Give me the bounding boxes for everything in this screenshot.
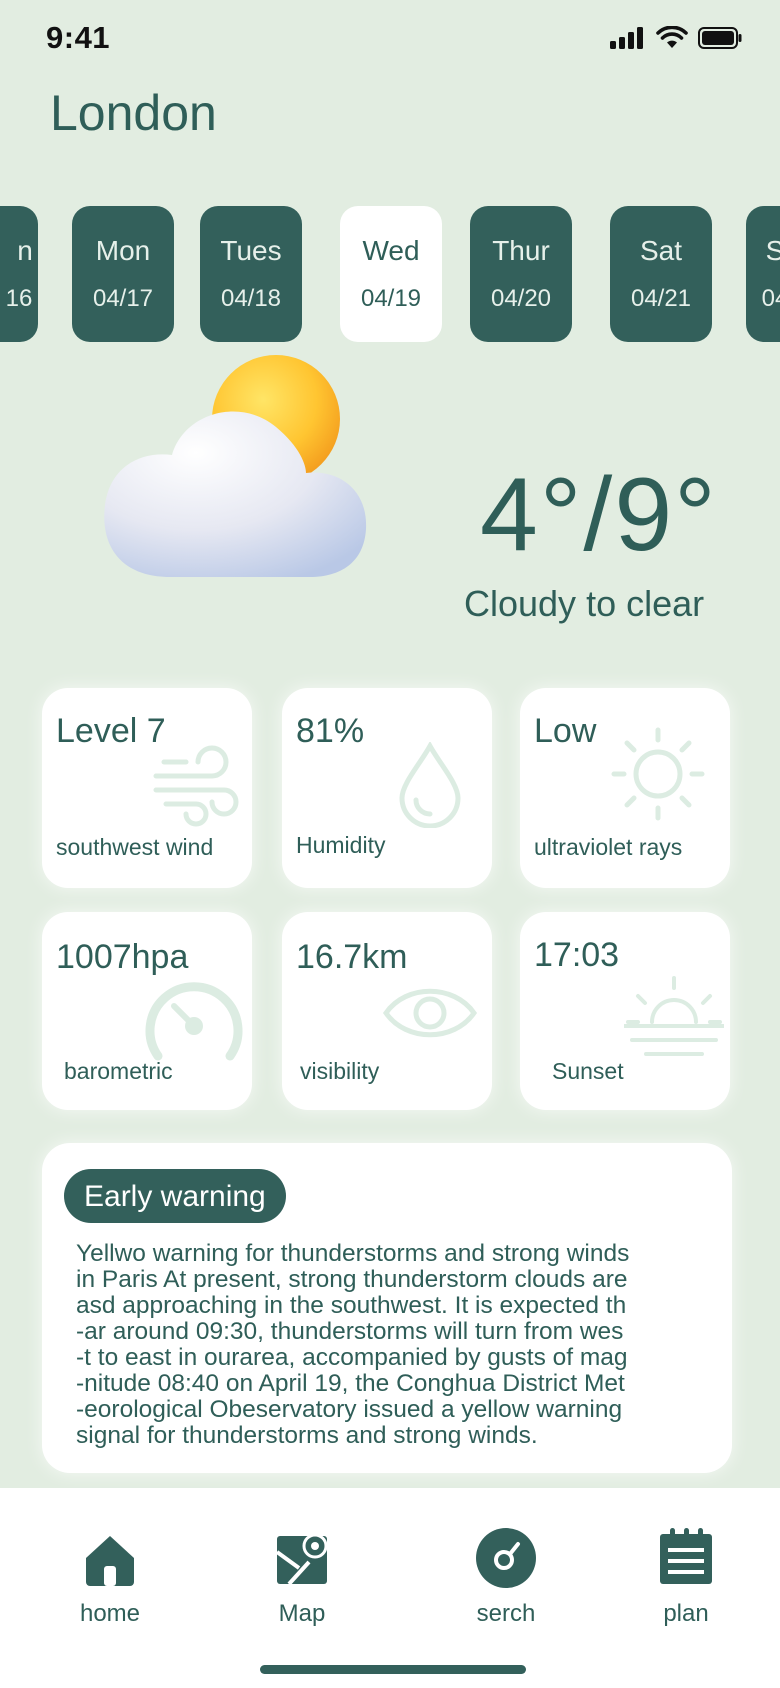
day-name: Thur: [492, 235, 550, 266]
visibility-card: 16.7km visibility: [282, 912, 492, 1110]
day-tab[interactable]: Mon 04/17: [72, 206, 174, 342]
wind-value: Level 7: [56, 712, 166, 750]
day-name: Tues: [220, 235, 282, 266]
cellular-signal-icon: [610, 26, 643, 49]
eye-icon: [382, 988, 478, 1038]
day-selector: n 16 Mon 04/17 Tues 04/18 Wed 04/19 Thur…: [0, 206, 780, 342]
tab-label: plan: [663, 1600, 709, 1627]
day-date: 04/20: [490, 285, 552, 312]
visibility-label: visibility: [300, 1058, 380, 1084]
visibility-value: 16.7km: [296, 938, 408, 976]
weather-description: Cloudy to clear: [464, 583, 705, 624]
wind-label: southwest wind: [56, 834, 214, 860]
tab-map[interactable]: Map: [242, 1532, 362, 1628]
status-icons: [610, 26, 742, 49]
day-name: S: [765, 235, 780, 266]
battery-icon: [698, 26, 742, 49]
tab-label: serch: [476, 1600, 536, 1627]
pressure-label: barometric: [64, 1058, 173, 1084]
tab-search[interactable]: serch: [446, 1528, 566, 1628]
day-date: 04: [761, 285, 780, 312]
status-time: 9:41: [46, 20, 111, 55]
humidity-card: 81% Humidity: [282, 688, 492, 888]
uv-label: ultraviolet rays: [534, 834, 683, 860]
humidity-value: 81%: [296, 712, 365, 750]
day-date: 04/18: [220, 285, 282, 312]
day-tab[interactable]: Tues 04/18: [200, 206, 302, 342]
day-tab[interactable]: Thur 04/20: [470, 206, 572, 342]
partly-cloudy-icon: [100, 355, 380, 585]
early-warning-card: Early warning Yellwo warning for thunder…: [42, 1143, 732, 1473]
wind-icon: [153, 745, 239, 827]
tab-label: Map: [278, 1600, 326, 1627]
day-tab[interactable]: S 04: [746, 206, 780, 342]
uv-value: Low: [534, 712, 597, 750]
day-tab[interactable]: Sat 04/21: [610, 206, 712, 342]
plan-icon: [660, 1528, 712, 1584]
humidity-label: Humidity: [296, 832, 386, 858]
uv-card: Low ultraviolet rays: [520, 688, 730, 888]
temperature-range: 4°/9°: [480, 457, 718, 573]
pressure-card: 1007hpa barometric: [42, 912, 252, 1110]
wind-card: Level 7 southwest wind: [42, 688, 252, 888]
tab-label: home: [79, 1600, 141, 1627]
day-date: 04/17: [92, 285, 154, 312]
sunset-value: 17:03: [534, 936, 620, 974]
day-tab-selected[interactable]: Wed 04/19: [340, 206, 442, 342]
search-icon: [476, 1528, 536, 1588]
sun-icon: [611, 727, 705, 821]
tab-plan[interactable]: plan: [626, 1528, 746, 1628]
day-name: Wed: [362, 235, 420, 266]
wifi-icon: [656, 26, 688, 48]
tab-bar: home Map serch plan: [0, 1488, 780, 1688]
day-name: n: [17, 235, 33, 266]
day-date: 04/19: [360, 285, 422, 312]
gauge-icon: [145, 982, 243, 1061]
tab-home[interactable]: home: [50, 1532, 170, 1628]
day-tab[interactable]: n 16: [0, 206, 38, 342]
early-warning-badge: Early warning: [64, 1169, 286, 1223]
pressure-value: 1007hpa: [56, 938, 189, 976]
day-name: Sat: [639, 235, 683, 266]
day-name: Mon: [95, 235, 151, 266]
map-icon: [275, 1533, 328, 1586]
early-warning-text: Yellwo warning for thunderstorms and str…: [76, 1240, 630, 1449]
city-title: London: [50, 85, 217, 141]
day-date: 16: [5, 285, 33, 312]
home-indicator: [260, 1665, 526, 1674]
sunset-card: 17:03 Sunset: [520, 912, 730, 1110]
sunset-label: Sunset: [552, 1058, 624, 1084]
droplet-icon: [399, 742, 461, 828]
sunset-icon: [624, 976, 724, 1056]
day-date: 04/21: [630, 285, 692, 312]
home-icon: [86, 1536, 134, 1586]
